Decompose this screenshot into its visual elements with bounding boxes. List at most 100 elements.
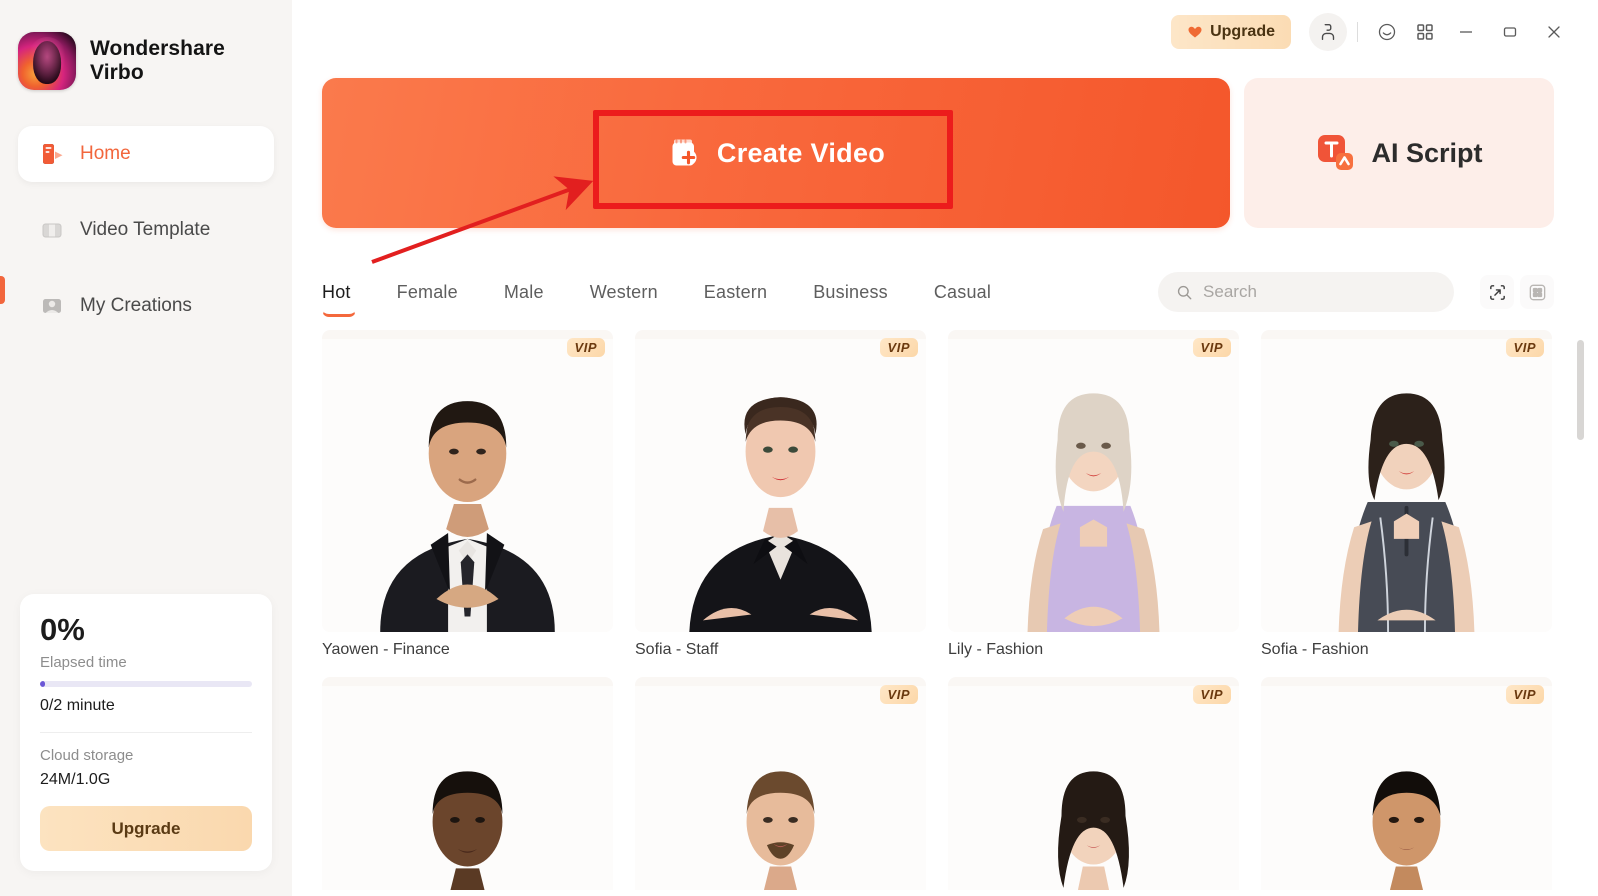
content-scrollbar[interactable] <box>1577 340 1584 885</box>
titlebar-divider <box>1357 22 1358 42</box>
usage-percent: 0% <box>40 612 85 647</box>
create-video-button[interactable]: Create Video <box>322 78 1230 228</box>
avatar-card-label: Lily - Fashion <box>948 641 1044 658</box>
scrollbar-thumb[interactable] <box>1577 340 1584 440</box>
avatar-thumbnail <box>322 677 613 890</box>
search-icon <box>1177 285 1192 299</box>
elapsed-time-value: 0/2 minute <box>40 697 115 714</box>
tab-label: Female <box>396 281 458 302</box>
avatar-thumbnail: VIP <box>635 677 926 890</box>
app-window: Wondershare Virbo Home Video Template My… <box>0 0 1598 896</box>
my-creations-icon <box>43 299 61 313</box>
elapsed-progress-bar <box>40 681 252 687</box>
apps-grid-icon[interactable] <box>1406 13 1444 51</box>
cloud-storage-value: 24M/1.0G <box>40 771 111 788</box>
tab-label: Male <box>503 281 544 302</box>
avatar-image <box>1261 339 1552 632</box>
tab-label: Hot <box>322 281 351 302</box>
sidebar-item-label: My Creations <box>80 295 192 316</box>
tab-eastern[interactable]: Eastern <box>681 282 790 303</box>
sidebar-upgrade-button[interactable]: Upgrade <box>40 806 252 851</box>
sidebar-item-my-creations[interactable]: My Creations <box>18 278 274 334</box>
grid-view-icon[interactable] <box>1520 275 1554 309</box>
close-button[interactable] <box>1532 12 1576 52</box>
ai-script-card[interactable]: AI Script <box>1244 78 1554 228</box>
avatar-image <box>322 686 613 890</box>
sidebar-item-label: Home <box>80 143 131 164</box>
tab-business[interactable]: Business <box>790 282 911 303</box>
avatar-card[interactable] <box>322 677 613 890</box>
brand-name-line1: Wondershare <box>90 36 225 60</box>
sidebar-item-home[interactable]: Home <box>18 126 274 182</box>
avatar-card[interactable]: VIP <box>1261 330 1552 659</box>
ai-script-label: AI Script <box>1371 137 1483 168</box>
avatar-thumbnail: VIP <box>1261 677 1552 890</box>
active-indicator-bar <box>0 276 5 304</box>
vip-badge: VIP <box>1505 685 1544 704</box>
crown-heart-icon <box>1188 26 1202 38</box>
avatar-image <box>948 686 1239 890</box>
create-video-inner: Create Video <box>667 135 885 171</box>
add-video-icon <box>672 139 697 166</box>
video-template-icon <box>42 223 62 238</box>
sidebar-item-video-template[interactable]: Video Template <box>18 202 274 258</box>
usage-card: 0% Elapsed time 0/2 minute Cloud storage… <box>20 594 272 871</box>
avatar-image <box>322 339 613 632</box>
avatar-card-label: Sofia - Fashion <box>1261 641 1369 658</box>
account-icon[interactable] <box>1309 13 1347 51</box>
elapsed-time-label: Elapsed time <box>40 654 127 671</box>
tab-label: Western <box>589 281 658 302</box>
sidebar-nav: Home Video Template My Creations <box>0 126 292 334</box>
expand-view-icon[interactable] <box>1480 275 1514 309</box>
tab-casual[interactable]: Casual <box>911 282 1014 303</box>
vip-badge: VIP <box>1192 338 1231 357</box>
tab-hot[interactable]: Hot <box>322 281 374 317</box>
tab-male[interactable]: Male <box>481 282 567 303</box>
vip-badge: VIP <box>1505 338 1544 357</box>
avatar-card-label: Yaowen - Finance <box>322 641 450 658</box>
brand-name-line2: Virbo <box>90 61 144 84</box>
avatar-thumbnail: VIP <box>948 677 1239 890</box>
avatar-thumbnail: VIP <box>948 330 1239 632</box>
avatar-image <box>948 339 1239 632</box>
vip-badge: VIP <box>1192 685 1231 704</box>
tab-active-underline <box>322 310 356 317</box>
upgrade-button-label: Upgrade <box>1210 23 1275 40</box>
avatar-grid: VIP Yaowen - Finance VIP Sofia - Staff V… <box>322 330 1552 890</box>
sidebar-item-label: Video Template <box>80 219 211 240</box>
home-play-icon <box>43 144 63 164</box>
maximize-button[interactable] <box>1488 12 1532 52</box>
create-video-label: Create Video <box>716 137 886 168</box>
tab-female[interactable]: Female <box>374 282 481 303</box>
avatar-grid-wrapper: VIP Yaowen - Finance VIP Sofia - Staff V… <box>292 330 1598 890</box>
tab-western[interactable]: Western <box>567 282 681 303</box>
avatar-image <box>635 339 926 632</box>
usage-divider <box>40 732 252 733</box>
avatar-card[interactable]: VIP <box>635 330 926 659</box>
minimize-button[interactable] <box>1444 12 1488 52</box>
avatar-card[interactable]: VIP <box>1261 677 1552 890</box>
tab-label: Eastern <box>703 281 768 302</box>
elapsed-progress-fill <box>40 681 45 687</box>
avatar-card[interactable]: VIP <box>635 677 926 890</box>
avatar-card[interactable]: VIP <box>948 330 1239 659</box>
vip-badge: VIP <box>566 338 605 357</box>
brand-name: Wondershare Virbo <box>90 37 225 86</box>
text-ai-icon <box>1318 135 1354 170</box>
filter-bar: Hot Female Male Western Eastern Business… <box>292 270 1598 317</box>
avatar-thumbnail: VIP <box>635 330 926 632</box>
vip-badge: VIP <box>879 685 918 704</box>
upgrade-button[interactable]: Upgrade <box>1171 15 1291 49</box>
tab-label: Business <box>813 281 888 302</box>
smiley-face-icon[interactable] <box>1368 13 1406 51</box>
vip-badge: VIP <box>879 338 918 357</box>
cloud-storage-label: Cloud storage <box>40 747 134 764</box>
search-box[interactable] <box>1158 272 1454 312</box>
avatar-card-label: Sofia - Staff <box>635 641 719 658</box>
avatar-image <box>635 686 926 890</box>
search-input[interactable] <box>1203 282 1436 302</box>
avatar-card[interactable]: VIP <box>948 677 1239 890</box>
avatar-thumbnail: VIP <box>322 330 613 632</box>
avatar-card[interactable]: VIP <box>322 330 613 659</box>
avatar-thumbnail: VIP <box>1261 330 1552 632</box>
